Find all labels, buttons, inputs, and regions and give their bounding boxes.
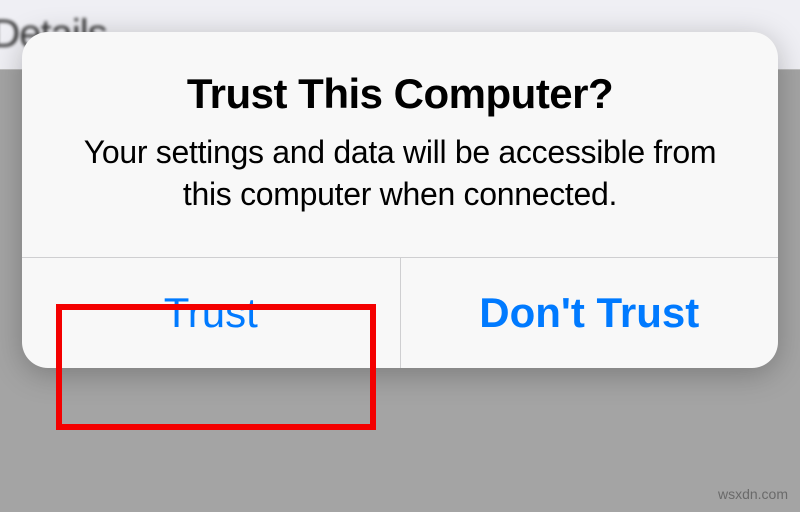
dont-trust-button[interactable]: Don't Trust	[401, 258, 779, 368]
dialog-message: Your settings and data will be accessibl…	[62, 132, 738, 215]
dialog-actions: Trust Don't Trust	[22, 257, 778, 368]
dialog-content: Trust This Computer? Your settings and d…	[22, 32, 778, 257]
watermark-text: wsxdn.com	[718, 486, 788, 502]
trust-button[interactable]: Trust	[22, 258, 401, 368]
dialog-title: Trust This Computer?	[62, 70, 738, 118]
trust-dialog: Trust This Computer? Your settings and d…	[22, 32, 778, 368]
